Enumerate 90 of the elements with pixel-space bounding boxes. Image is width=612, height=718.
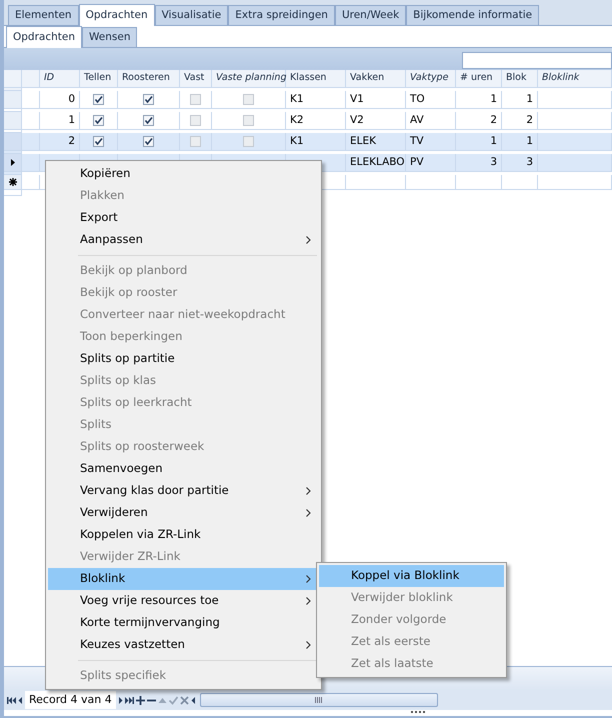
table-cell: V1: [346, 91, 406, 110]
table-cell: K1: [286, 91, 346, 110]
column-header[interactable]: Vaste planning: [212, 70, 286, 88]
menu-item[interactable]: Keuzes vastzetten: [48, 634, 319, 656]
column-header[interactable]: Vakken: [346, 70, 406, 88]
menu-item[interactable]: Voeg vrije resources toe: [48, 590, 319, 612]
chevron-right-icon: [306, 236, 311, 244]
chevron-right-icon: [306, 641, 311, 650]
menu-item[interactable]: Korte termijnvervanging: [48, 612, 319, 634]
table-cell: 2: [40, 133, 80, 152]
column-header[interactable]: # uren: [456, 70, 502, 88]
checkbox[interactable]: [93, 115, 104, 126]
table-cell: ELEK: [346, 133, 406, 152]
menu-item[interactable]: Export: [48, 207, 319, 229]
tab[interactable]: Visualisatie: [154, 5, 228, 25]
column-header[interactable]: Roosteren: [118, 70, 180, 88]
table-cell: 3: [456, 154, 502, 172]
search-field[interactable]: [462, 52, 612, 68]
last-record-icon[interactable]: [124, 696, 134, 704]
table-cell: ELEKLABO: [346, 154, 406, 172]
row-header: [4, 70, 22, 88]
menu-item[interactable]: Bloklink: [48, 568, 319, 590]
first-record-icon[interactable]: [7, 696, 16, 704]
tab[interactable]: Wensen: [82, 27, 138, 47]
checkmark-icon[interactable]: [168, 696, 178, 704]
checkbox[interactable]: [143, 115, 154, 126]
grip-icon: [314, 697, 323, 703]
table-cell: [22, 91, 40, 110]
table-cell: 2: [456, 112, 502, 130]
menu-item[interactable]: Koppel via Bloklink: [319, 565, 504, 587]
menu-item[interactable]: Aanpassen: [48, 229, 319, 251]
splitter-grip-icon[interactable]: [411, 711, 425, 714]
chevron-right-icon: [306, 597, 311, 606]
tab[interactable]: Extra spreidingen: [228, 5, 335, 25]
menu-item[interactable]: Koppelen via ZR-Link: [48, 524, 319, 546]
checkbox[interactable]: [143, 94, 154, 106]
tab[interactable]: Elementen: [8, 5, 79, 25]
table-cell: [406, 175, 456, 190]
table-cell: 1: [502, 91, 538, 110]
menu-item[interactable]: Vervang klas door partitie: [48, 480, 319, 502]
tab[interactable]: Opdrachten: [6, 26, 82, 48]
table-cell: PV: [406, 154, 456, 172]
menu-item[interactable]: Samenvoegen: [48, 458, 319, 480]
table-cell: 1: [40, 112, 80, 130]
menu-item[interactable]: Splits op partitie: [48, 348, 319, 370]
column-header[interactable]: Bloklink: [538, 70, 612, 88]
column-header[interactable]: Klassen: [286, 70, 346, 88]
new-row-icon: [8, 178, 16, 186]
add-icon[interactable]: [136, 696, 145, 704]
tab[interactable]: Bijkomende informatie: [406, 5, 540, 25]
table-cell: 1: [502, 133, 538, 152]
chevron-right-icon: [306, 487, 311, 496]
checkbox[interactable]: [143, 136, 154, 148]
table-cell: [22, 133, 40, 152]
current-row-icon: [10, 159, 14, 166]
table-cell: 0: [40, 91, 80, 110]
menu-item[interactable]: Kopiëren: [48, 163, 319, 185]
tab[interactable]: Opdrachten: [78, 4, 155, 26]
column-header[interactable]: Blok: [502, 70, 538, 88]
column-header[interactable]: Vaktype: [406, 70, 456, 88]
table-cell: 1: [456, 133, 502, 152]
column-header[interactable]: ID: [40, 70, 80, 88]
record-counter: Record 4 van 4: [25, 690, 116, 710]
row-header[interactable]: [4, 154, 22, 172]
column-header[interactable]: Vast: [180, 70, 212, 88]
table-cell: V2: [346, 112, 406, 130]
table-cell: [502, 175, 538, 190]
chevron-right-icon: [306, 509, 311, 518]
table-cell: [456, 175, 502, 190]
table-cell: TO: [406, 91, 456, 110]
table-cell: 3: [502, 154, 538, 172]
checkbox[interactable]: [93, 136, 104, 148]
table-cell: K1: [286, 133, 346, 152]
table-cell: [346, 175, 406, 190]
checkbox[interactable]: [93, 94, 104, 106]
column-header[interactable]: Tellen: [80, 70, 118, 88]
menu-item[interactable]: Verwijderen: [48, 502, 319, 524]
chevron-right-icon: [306, 575, 311, 584]
horizontal-scrollbar[interactable]: [200, 693, 438, 707]
table-cell: 2: [502, 112, 538, 130]
table-cell: K2: [286, 112, 346, 130]
table-cell: [22, 112, 40, 130]
table-cell: 1: [456, 91, 502, 110]
tab[interactable]: Uren/Week: [334, 5, 406, 25]
table-cell: TV: [406, 133, 456, 152]
scroll-left-icon[interactable]: [190, 696, 196, 704]
table-cell: [22, 154, 40, 172]
table-cell: AV: [406, 112, 456, 130]
previous-record-icon[interactable]: [18, 696, 23, 704]
row-header[interactable]: [4, 175, 22, 190]
